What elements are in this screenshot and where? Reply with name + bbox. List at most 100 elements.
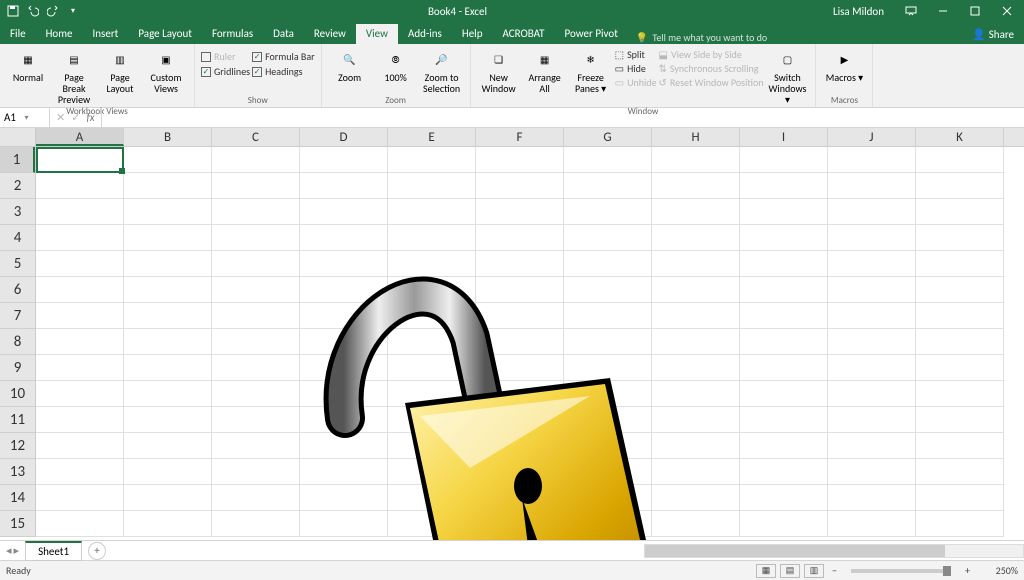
cell[interactable] (300, 199, 388, 225)
cell[interactable] (828, 433, 916, 459)
new-sheet-button[interactable]: + (88, 542, 106, 560)
cell[interactable] (388, 199, 476, 225)
cell[interactable] (740, 199, 828, 225)
tab-powerpivot[interactable]: Power Pivot (555, 24, 628, 44)
tab-file[interactable]: File (0, 24, 36, 44)
column-header[interactable]: H (652, 128, 740, 146)
tell-me[interactable]: 💡Tell me what you want to do (636, 31, 767, 44)
cell[interactable] (300, 511, 388, 537)
cell[interactable] (388, 225, 476, 251)
cell[interactable] (564, 225, 652, 251)
cell[interactable] (828, 277, 916, 303)
cell[interactable] (36, 433, 124, 459)
row-header[interactable]: 4 (0, 225, 35, 251)
cell[interactable] (124, 199, 212, 225)
cell[interactable] (916, 329, 1004, 355)
cell[interactable] (388, 511, 476, 537)
cell[interactable] (740, 511, 828, 537)
tab-help[interactable]: Help (452, 24, 493, 44)
cell[interactable] (476, 251, 564, 277)
tab-addins[interactable]: Add-ins (398, 24, 452, 44)
cell[interactable] (564, 459, 652, 485)
cell[interactable] (740, 225, 828, 251)
cell[interactable] (212, 251, 300, 277)
zoom-selection-button[interactable]: 🔎Zoom to Selection (420, 46, 464, 94)
spreadsheet-grid[interactable]: ABCDEFGHIJK 123456789101112131415 (0, 128, 1024, 540)
cell[interactable] (740, 277, 828, 303)
cell[interactable] (212, 355, 300, 381)
cell[interactable] (740, 485, 828, 511)
cell[interactable] (652, 511, 740, 537)
cell[interactable] (828, 355, 916, 381)
cell[interactable] (828, 199, 916, 225)
cell[interactable] (916, 381, 1004, 407)
row-header[interactable]: 13 (0, 459, 35, 485)
cell[interactable] (564, 381, 652, 407)
cell[interactable] (652, 303, 740, 329)
cell[interactable] (388, 303, 476, 329)
arrange-all-button[interactable]: ▦Arrange All (523, 46, 567, 94)
cell[interactable] (212, 433, 300, 459)
cell[interactable] (564, 199, 652, 225)
cell[interactable] (124, 381, 212, 407)
cell[interactable] (652, 225, 740, 251)
user-name[interactable]: Lisa Mildon (833, 5, 894, 18)
cell[interactable] (476, 277, 564, 303)
cell[interactable] (124, 407, 212, 433)
undo-icon[interactable] (24, 2, 42, 20)
cell[interactable] (36, 303, 124, 329)
cell[interactable] (36, 355, 124, 381)
cell[interactable] (300, 355, 388, 381)
switch-windows-button[interactable]: ▢Switch Windows ▾ (765, 46, 809, 105)
cell[interactable] (828, 459, 916, 485)
cell[interactable] (300, 381, 388, 407)
select-all-corner[interactable] (0, 128, 36, 147)
column-header[interactable]: E (388, 128, 476, 146)
cell[interactable] (740, 303, 828, 329)
cell[interactable] (36, 511, 124, 537)
cell[interactable] (300, 173, 388, 199)
name-box[interactable]: A1▾ (0, 108, 50, 127)
cell[interactable] (212, 329, 300, 355)
custom-views-button[interactable]: ▣Custom Views (144, 46, 188, 94)
statusbar-normal-view-icon[interactable]: ▦ (756, 564, 776, 578)
cell[interactable] (564, 511, 652, 537)
headings-checkbox[interactable]: ✓Headings (252, 65, 315, 78)
zoom-level[interactable]: 250% (978, 564, 1018, 577)
view-side-by-side-button[interactable]: ⬓View Side by Side (659, 48, 764, 61)
cell[interactable] (476, 303, 564, 329)
cell[interactable] (916, 485, 1004, 511)
redo-icon[interactable] (44, 2, 62, 20)
hide-button[interactable]: ▭Hide (615, 62, 657, 75)
cell[interactable] (740, 407, 828, 433)
cell[interactable] (36, 251, 124, 277)
cell[interactable] (564, 277, 652, 303)
cell[interactable] (388, 251, 476, 277)
column-header[interactable]: F (476, 128, 564, 146)
cell[interactable] (652, 147, 740, 173)
cell[interactable] (916, 225, 1004, 251)
zoom-100-button[interactable]: ⦾100% (374, 46, 418, 83)
cell[interactable] (388, 407, 476, 433)
cell[interactable] (36, 173, 124, 199)
cell[interactable] (740, 173, 828, 199)
cell[interactable] (564, 355, 652, 381)
cell[interactable] (652, 173, 740, 199)
cell[interactable] (828, 329, 916, 355)
tab-review[interactable]: Review (304, 24, 356, 44)
statusbar-page-layout-icon[interactable]: ▤ (780, 564, 800, 578)
save-icon[interactable] (4, 2, 22, 20)
row-header[interactable]: 12 (0, 433, 35, 459)
cell[interactable] (652, 433, 740, 459)
cell[interactable] (476, 511, 564, 537)
cell[interactable] (564, 407, 652, 433)
cell[interactable] (300, 407, 388, 433)
column-header[interactable]: B (124, 128, 212, 146)
cell[interactable] (124, 147, 212, 173)
cell[interactable] (124, 355, 212, 381)
normal-view-button[interactable]: ▦Normal (6, 46, 50, 83)
zoom-out-button[interactable]: − (828, 564, 841, 577)
sheet-tab-active[interactable]: Sheet1 (25, 541, 82, 561)
cell[interactable] (916, 173, 1004, 199)
cell[interactable] (124, 251, 212, 277)
